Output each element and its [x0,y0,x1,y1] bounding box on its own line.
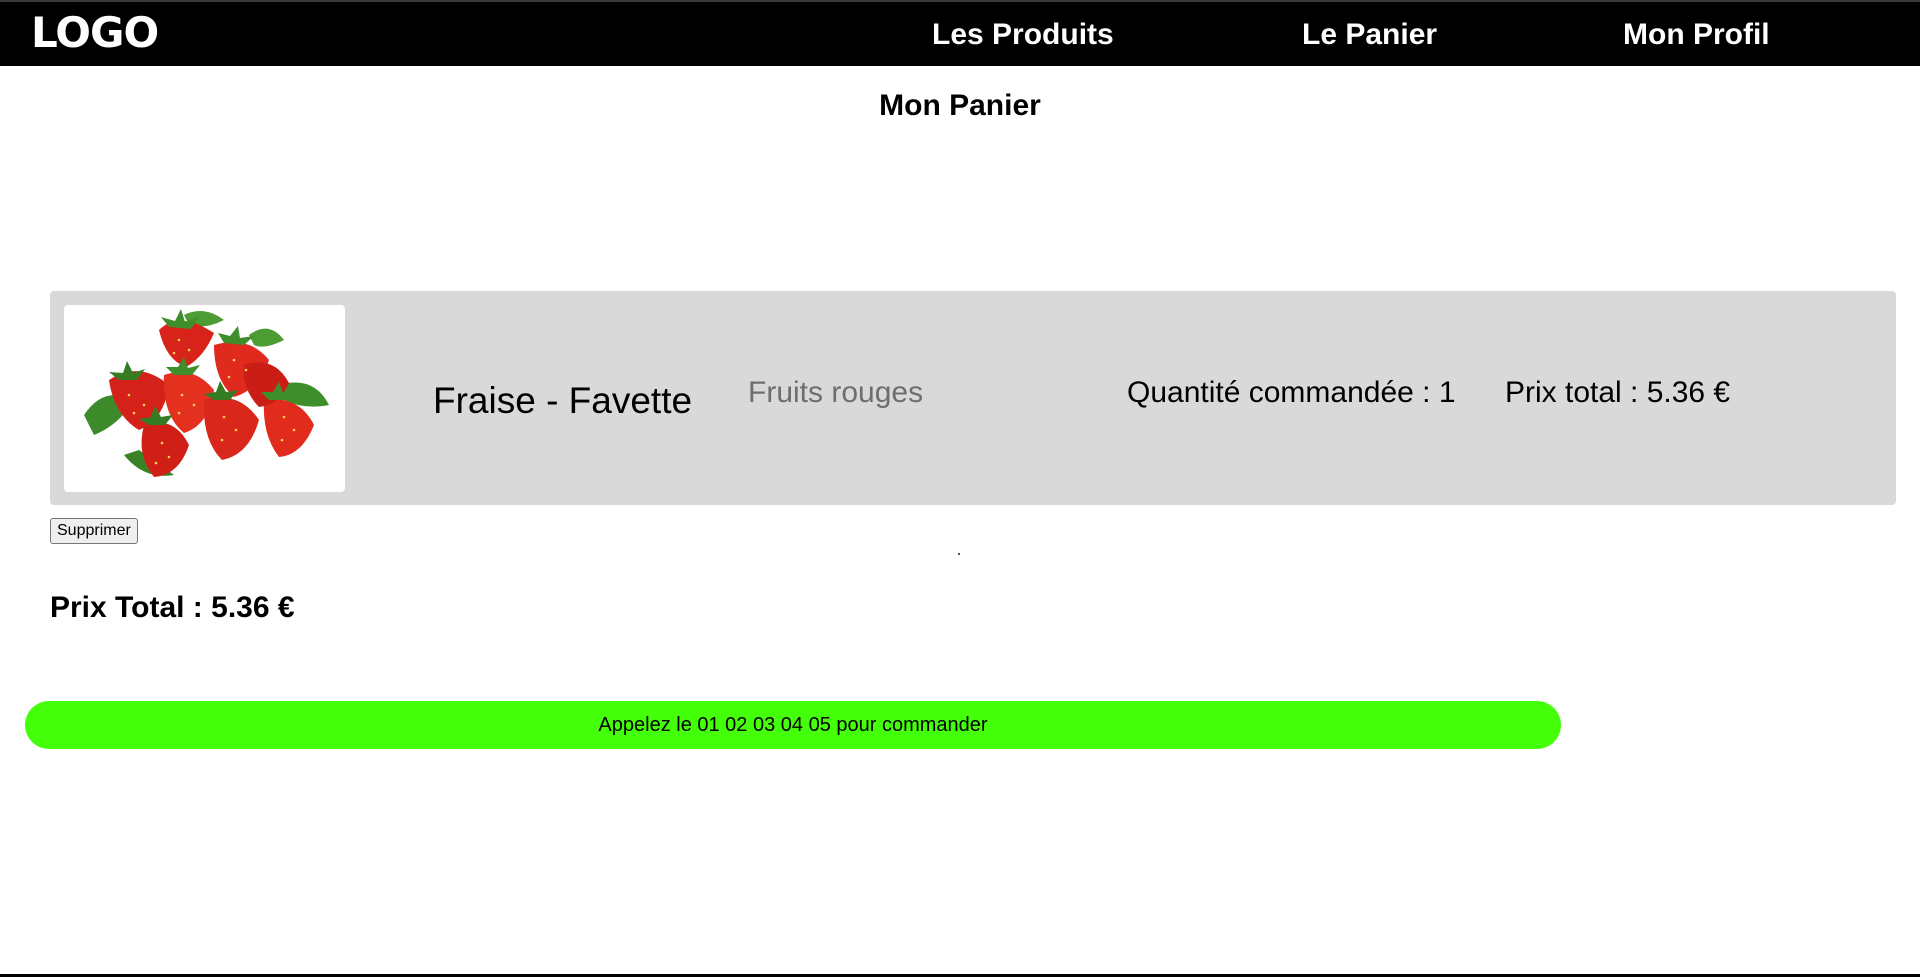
top-navbar: LOGO Les Produits Le Panier Mon Profil [0,0,1920,66]
item-total-price: Prix total : 5.36 € [1505,376,1731,409]
product-category: Fruits rouges [748,376,924,409]
cart-item: Fraise - Favette Fruits rouges Quantité … [50,291,1896,505]
product-name: Fraise - Favette [433,380,693,421]
delete-button[interactable]: Supprimer [50,518,138,544]
quantity-ordered: Quantité commandée : 1 [1127,376,1456,409]
page-title: Mon Panier [879,89,1041,122]
grand-total: Prix Total : 5.36 € [50,591,295,624]
nav-link-profile[interactable]: Mon Profil [1623,17,1770,53]
logo[interactable]: LOGO [31,7,159,59]
order-call-banner: Appelez le 01 02 03 04 05 pour commander [25,701,1561,749]
nav-link-products[interactable]: Les Produits [932,17,1114,53]
separator-dot [958,553,960,555]
strawberries-image [64,305,345,492]
nav-link-cart[interactable]: Le Panier [1302,17,1437,53]
